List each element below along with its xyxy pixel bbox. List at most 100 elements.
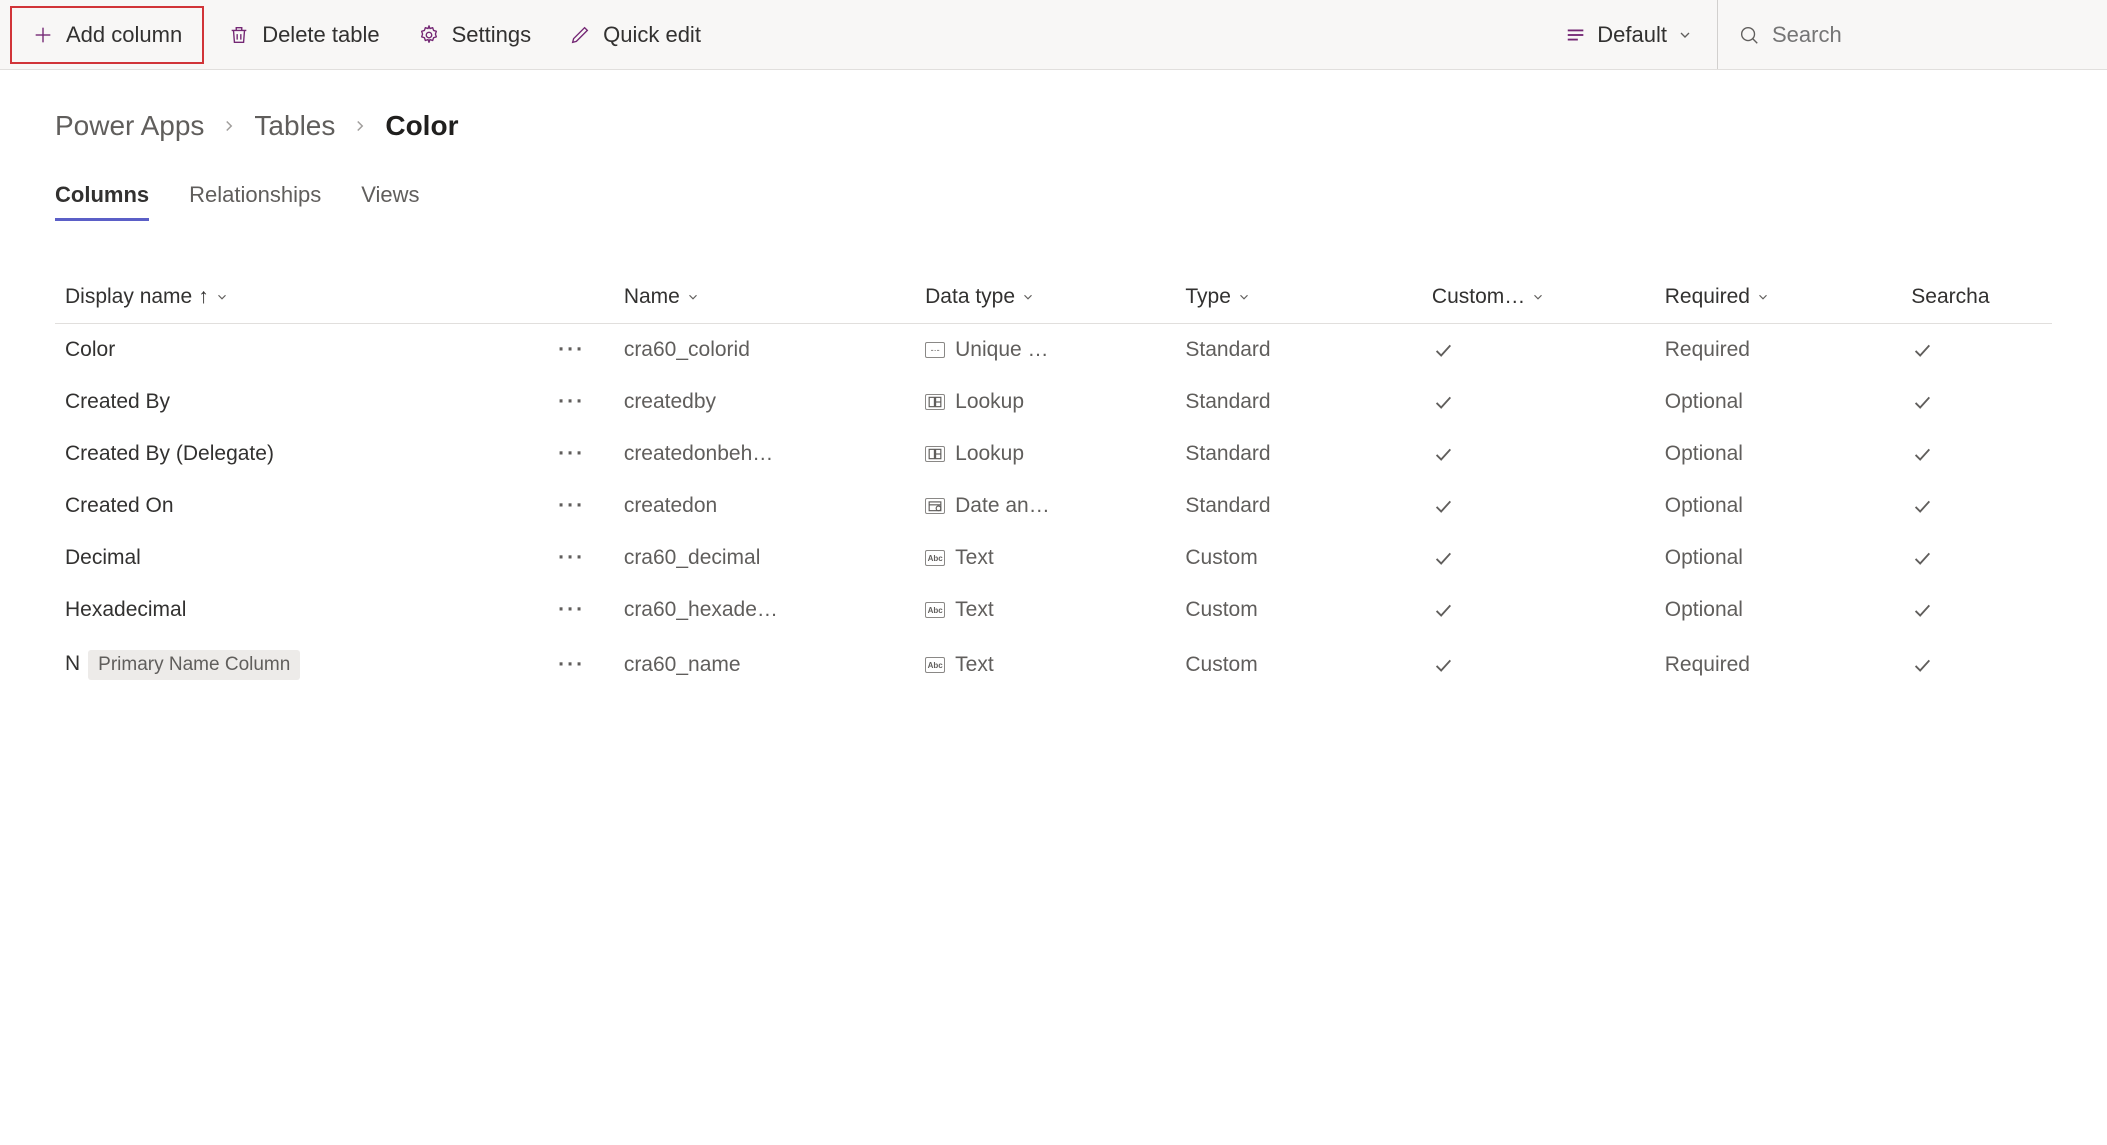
cell-required: Optional [1655, 480, 1902, 532]
text-icon: Abc [925, 602, 945, 618]
cell-required: Required [1655, 324, 1902, 377]
tab-views[interactable]: Views [361, 182, 419, 221]
search-icon [1738, 24, 1760, 46]
cell-searchable [1901, 324, 2052, 377]
table-row[interactable]: Color···cra60_colorid-·-Unique …Standard… [55, 324, 2052, 377]
row-more-button[interactable]: ··· [558, 598, 585, 621]
header-display-name[interactable]: Display name ↑ [65, 285, 538, 309]
cell-custom [1422, 584, 1655, 636]
row-more-button[interactable]: ··· [558, 390, 585, 413]
view-selector[interactable]: Default [1551, 12, 1707, 58]
sort-asc-icon: ↑ [198, 285, 209, 309]
command-bar: Add column Delete table Settings Quick e… [0, 0, 2107, 70]
cell-display-name: N [65, 652, 80, 675]
breadcrumb-current: Color [385, 110, 458, 142]
cell-custom [1422, 324, 1655, 377]
cell-display-name: Hexadecimal [65, 598, 186, 621]
header-required[interactable]: Required [1665, 285, 1892, 309]
row-more-button[interactable]: ··· [558, 442, 585, 465]
cell-data-type: Lookup [925, 390, 1165, 414]
cell-display-name: Color [65, 338, 115, 361]
chevron-down-icon [1677, 27, 1693, 43]
chevron-down-icon [686, 290, 700, 304]
settings-label: Settings [452, 22, 532, 48]
row-more-button[interactable]: ··· [558, 546, 585, 569]
highlight-add-column: Add column [10, 6, 204, 64]
search-box[interactable] [1717, 0, 2097, 69]
cell-display-name: Created By (Delegate) [65, 442, 274, 465]
cell-type: Standard [1175, 480, 1422, 532]
table-row[interactable]: NPrimary Name Column···cra60_nameAbcText… [55, 636, 2052, 694]
row-more-button[interactable]: ··· [558, 494, 585, 517]
quick-edit-label: Quick edit [603, 22, 701, 48]
cell-data-type: AbcText [925, 598, 1165, 622]
cell-searchable [1901, 428, 2052, 480]
table-row[interactable]: Created On···createdonDate an…StandardOp… [55, 480, 2052, 532]
add-column-button[interactable]: Add column [18, 12, 196, 58]
cell-display-name: Created On [65, 494, 174, 517]
table-row[interactable]: Created By···createdbyLookupStandardOpti… [55, 376, 2052, 428]
cell-data-type: -·-Unique … [925, 338, 1165, 362]
cell-type: Standard [1175, 428, 1422, 480]
cell-name: createdonbeh… [614, 428, 915, 480]
command-bar-left: Add column Delete table Settings Quick e… [10, 6, 1541, 64]
add-column-label: Add column [66, 22, 182, 48]
cell-name: cra60_decimal [614, 532, 915, 584]
breadcrumb-tables[interactable]: Tables [254, 110, 335, 142]
settings-button[interactable]: Settings [404, 12, 546, 58]
chevron-right-icon [351, 117, 369, 135]
cell-type: Custom [1175, 532, 1422, 584]
row-more-button[interactable]: ··· [558, 338, 585, 361]
cell-searchable [1901, 376, 2052, 428]
cell-data-type: Date an… [925, 494, 1165, 518]
primary-name-badge: Primary Name Column [88, 650, 300, 680]
delete-table-label: Delete table [262, 22, 379, 48]
cell-searchable [1901, 532, 2052, 584]
cell-data-type: Lookup [925, 442, 1165, 466]
table-row[interactable]: Decimal···cra60_decimalAbcTextCustomOpti… [55, 532, 2052, 584]
text-icon: Abc [925, 657, 945, 673]
quick-edit-button[interactable]: Quick edit [555, 12, 715, 58]
cell-display-name: Decimal [65, 546, 141, 569]
cell-type: Standard [1175, 324, 1422, 377]
header-searchable[interactable]: Searcha [1911, 285, 2042, 309]
cell-type: Custom [1175, 636, 1422, 694]
cell-name: createdby [614, 376, 915, 428]
cell-searchable [1901, 584, 2052, 636]
header-name[interactable]: Name [624, 285, 905, 309]
lookup-icon [925, 446, 945, 462]
cell-searchable [1901, 480, 2052, 532]
unique-id-icon: -·- [925, 342, 945, 358]
trash-icon [228, 24, 250, 46]
cell-custom [1422, 376, 1655, 428]
cell-display-name: Created By [65, 390, 170, 413]
plus-icon [32, 24, 54, 46]
tab-columns[interactable]: Columns [55, 182, 149, 221]
delete-table-button[interactable]: Delete table [214, 12, 393, 58]
chevron-down-icon [1531, 290, 1545, 304]
chevron-down-icon [215, 290, 229, 304]
cell-custom [1422, 636, 1655, 694]
datetime-icon [925, 498, 945, 514]
search-input[interactable] [1772, 22, 2077, 48]
header-data-type[interactable]: Data type [925, 285, 1165, 309]
header-custom[interactable]: Custom… [1432, 285, 1645, 309]
cell-searchable [1901, 636, 2052, 694]
table-row[interactable]: Created By (Delegate) ··· createdonbeh… Loo… [55, 428, 2052, 480]
breadcrumb-root[interactable]: Power Apps [55, 110, 204, 142]
cell-required: Optional [1655, 532, 1902, 584]
cell-custom [1422, 480, 1655, 532]
chevron-right-icon [220, 117, 238, 135]
columns-table-wrap: Display name ↑ Name [55, 271, 2052, 694]
cell-custom [1422, 532, 1655, 584]
tab-relationships[interactable]: Relationships [189, 182, 321, 221]
cell-name: cra60_name [614, 636, 915, 694]
text-icon: Abc [925, 550, 945, 566]
header-type[interactable]: Type [1185, 285, 1412, 309]
pencil-icon [569, 24, 591, 46]
chevron-down-icon [1021, 290, 1035, 304]
cell-type: Standard [1175, 376, 1422, 428]
table-row[interactable]: Hexadecimal···cra60_hexade…AbcTextCustom… [55, 584, 2052, 636]
chevron-down-icon [1756, 290, 1770, 304]
row-more-button[interactable]: ··· [558, 653, 585, 676]
